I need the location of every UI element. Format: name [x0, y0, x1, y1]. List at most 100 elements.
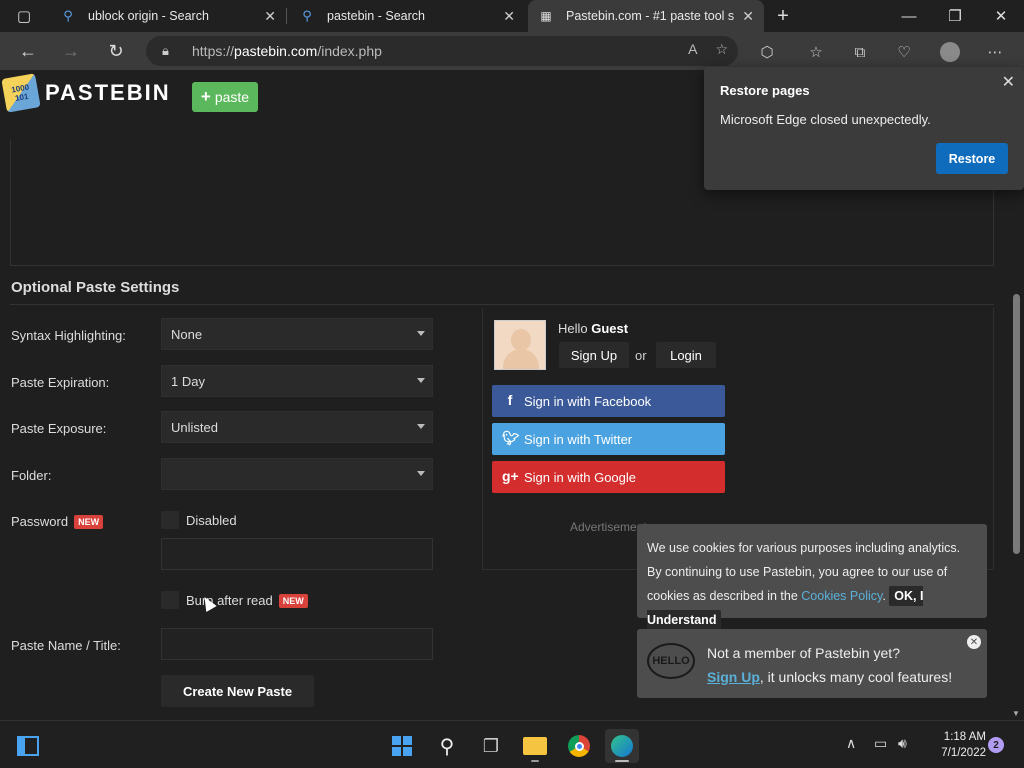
google-plus-icon: g+: [502, 468, 519, 484]
add-favorite-icon[interactable]: ☆: [715, 41, 728, 58]
edge-icon[interactable]: [605, 729, 639, 763]
folder-label: Folder:: [11, 468, 52, 483]
clock[interactable]: 1:18 AM 7/1/2022: [920, 729, 986, 761]
folder-select[interactable]: [161, 458, 433, 490]
or-text: or: [635, 348, 647, 363]
extensions-icon[interactable]: ⬡: [755, 40, 779, 64]
exposure-value: Unlisted: [171, 419, 218, 435]
collections-icon[interactable]: ⧉: [848, 40, 872, 64]
tab-strip: ▢ ⚲ ublock origin - Search ✕ ⚲ pastebin …: [0, 0, 1024, 32]
new-paste-button[interactable]: + paste: [192, 82, 258, 112]
refresh-icon[interactable]: ↻: [101, 36, 131, 66]
scroll-down-icon[interactable]: ▼: [1012, 709, 1020, 718]
tab-close-icon[interactable]: ✕: [264, 8, 276, 25]
facebook-signin-button[interactable]: f Sign in with Facebook: [492, 385, 725, 417]
tab-close-icon[interactable]: ✕: [742, 8, 754, 25]
new-tab-icon[interactable]: +: [760, 0, 806, 32]
member-banner: HELLO Not a member of Pastebin yet? Sign…: [637, 629, 987, 698]
cookie-banner: We use cookies for various purposes incl…: [637, 524, 987, 630]
forward-icon[interactable]: →: [56, 36, 86, 66]
syntax-label: Syntax Highlighting:: [11, 328, 126, 343]
member-message: Not a member of Pastebin yet? Sign Up, i…: [707, 641, 952, 689]
twitter-icon: 🐦︎: [502, 430, 520, 446]
restore-message: Microsoft Edge closed unexpectedly.: [720, 112, 931, 127]
profile-icon[interactable]: [938, 40, 962, 64]
search-icon: ⚲: [63, 8, 73, 23]
hello-text: Hello: [558, 321, 588, 336]
more-options-icon[interactable]: ⋯: [983, 40, 1007, 64]
guest-name: Guest: [591, 321, 629, 336]
display-icon[interactable]: ▭: [874, 735, 887, 752]
close-window-icon[interactable]: ✕: [978, 0, 1024, 32]
cookies-policy-link[interactable]: Cookies Policy: [801, 589, 882, 603]
cookie-period: .: [882, 589, 886, 603]
search-icon[interactable]: ⚲: [430, 729, 464, 763]
password-toggle-label: Disabled: [186, 513, 237, 528]
file-explorer-icon[interactable]: [518, 729, 552, 763]
twitter-label: Sign in with Twitter: [524, 431, 633, 447]
settings-title: Optional Paste Settings: [11, 279, 180, 296]
notification-badge[interactable]: 2: [988, 737, 1004, 753]
login-button[interactable]: Login: [656, 342, 716, 368]
restore-window-icon[interactable]: ❐: [932, 0, 978, 32]
close-icon[interactable]: ✕: [967, 635, 981, 649]
member-text-2: , it unlocks many cool features!: [759, 669, 953, 685]
member-text-1: Not a member of Pastebin yet?: [707, 645, 900, 661]
expiration-select[interactable]: 1 Day: [161, 365, 433, 397]
signup-button[interactable]: Sign Up: [559, 342, 629, 368]
read-aloud-icon[interactable]: A: [688, 41, 697, 58]
scroll-thumb[interactable]: [1013, 294, 1020, 554]
url-path: /index.php: [317, 43, 382, 59]
volume-icon[interactable]: 🔊︎: [898, 735, 907, 752]
chrome-icon[interactable]: [562, 729, 596, 763]
hello-guest: Hello Guest: [558, 321, 628, 336]
widgets-icon[interactable]: [11, 729, 45, 763]
tab-title: ublock origin - Search: [88, 9, 209, 23]
pastebin-logo[interactable]: 1000 101 PASTEBIN: [1, 73, 171, 113]
new-badge: NEW: [74, 515, 104, 529]
facebook-label: Sign in with Facebook: [524, 393, 652, 409]
minimize-icon[interactable]: —: [886, 0, 932, 32]
tab-pastebin-active[interactable]: ▦ Pastebin.com - #1 paste tool since 200…: [528, 0, 764, 32]
performance-icon[interactable]: ♡: [892, 40, 916, 64]
exposure-label: Paste Exposure:: [11, 421, 107, 436]
exposure-select[interactable]: Unlisted: [161, 411, 433, 443]
chevron-up-icon[interactable]: ∧: [846, 735, 856, 752]
tab-title: pastebin - Search: [327, 9, 425, 23]
task-view-icon[interactable]: ❐: [474, 729, 508, 763]
password-label-text: Password: [11, 514, 69, 529]
tab-ublock-search[interactable]: ⚲ ublock origin - Search ✕: [50, 0, 286, 32]
member-signup-link[interactable]: Sign Up: [707, 669, 760, 685]
password-input[interactable]: [161, 538, 433, 570]
google-signin-button[interactable]: g+ Sign in with Google: [492, 461, 725, 493]
tab-actions-icon[interactable]: ▢: [2, 0, 46, 32]
url-field[interactable]: 🔒︎ https://pastebin.com/index.php A ☆: [146, 36, 738, 66]
paste-title-input[interactable]: [161, 628, 433, 660]
tab-title: Pastebin.com - #1 paste tool since 2002!: [566, 9, 735, 23]
twitter-signin-button[interactable]: 🐦︎ Sign in with Twitter: [492, 423, 725, 455]
facebook-icon: f: [507, 392, 513, 408]
restore-title: Restore pages: [720, 83, 810, 98]
clock-date: 7/1/2022: [941, 747, 986, 759]
guest-avatar: [494, 320, 546, 370]
tab-close-icon[interactable]: ✕: [503, 8, 515, 25]
create-new-paste-button[interactable]: Create New Paste: [161, 675, 314, 707]
close-icon[interactable]: ✕: [1002, 72, 1015, 92]
chevron-down-icon: [417, 424, 425, 429]
password-label: Password NEW: [11, 514, 104, 529]
search-icon: ⚲: [302, 8, 312, 23]
paste-button-label: paste: [214, 89, 250, 105]
lock-icon: 🔒︎: [162, 43, 169, 58]
syntax-select[interactable]: None: [161, 318, 433, 350]
back-icon[interactable]: ←: [13, 36, 43, 66]
password-toggle[interactable]: [161, 511, 179, 529]
chevron-down-icon: [417, 331, 425, 336]
tab-pastebin-search[interactable]: ⚲ pastebin - Search ✕: [289, 0, 525, 32]
start-button[interactable]: [385, 729, 419, 763]
favorites-icon[interactable]: ☆: [804, 40, 828, 64]
restore-button[interactable]: Restore: [936, 143, 1008, 174]
pastebin-favicon-icon: ▦: [540, 9, 552, 23]
burn-after-read-checkbox[interactable]: [161, 591, 179, 609]
expiration-value: 1 Day: [171, 373, 205, 389]
google-label: Sign in with Google: [524, 469, 637, 485]
